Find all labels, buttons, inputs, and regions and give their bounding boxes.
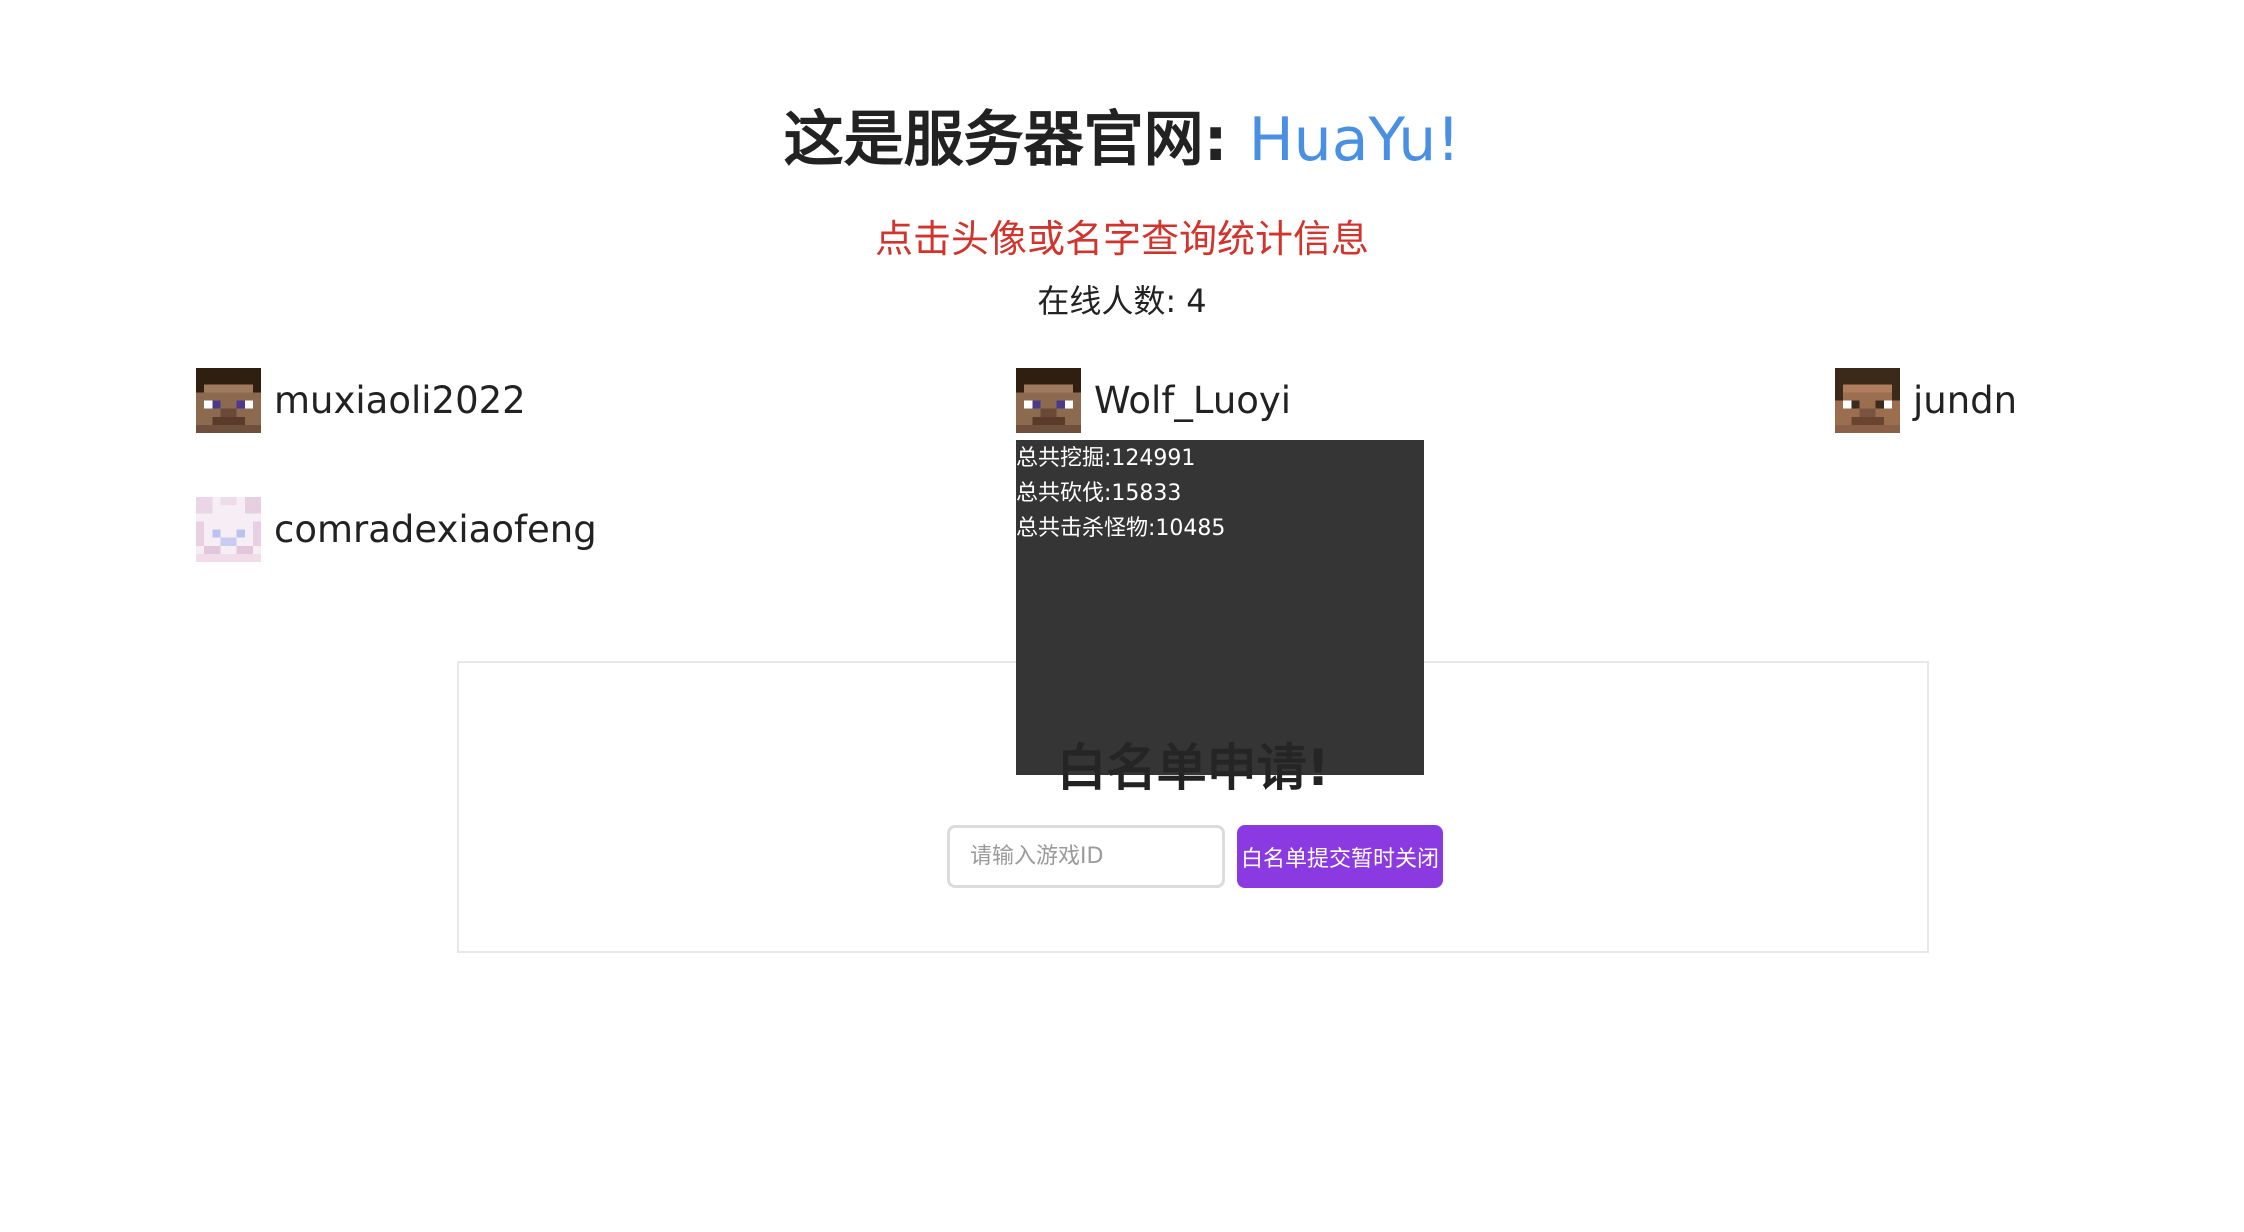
whitelist-submit-button[interactable]: 白名单提交暂时关闭 xyxy=(1237,825,1443,888)
player-name[interactable]: Wolf_Luoyi xyxy=(1094,368,1291,433)
player-item-jundn[interactable]: jundn xyxy=(1835,368,2017,433)
player-item-wolf-luoyi[interactable]: Wolf_Luoyi xyxy=(1016,368,1291,433)
player-name[interactable]: jundn xyxy=(1913,368,2017,433)
stats-hint: 点击头像或名字查询统计信息 xyxy=(874,217,1369,261)
stat-mobs-killed: 总共击杀怪物:10485 xyxy=(1016,516,1226,541)
player-name[interactable]: comradexiaofeng xyxy=(274,497,597,562)
steve-head-avatar-icon[interactable] xyxy=(1835,368,1900,433)
pink-skin-avatar-icon[interactable] xyxy=(196,497,261,562)
player-item-comradexiaofeng[interactable]: comradexiaofeng xyxy=(196,497,597,562)
page-title-prefix: 这是服务器官网: xyxy=(783,105,1249,175)
game-id-input[interactable] xyxy=(947,825,1225,888)
server-brand-name: HuaYu! xyxy=(1248,105,1461,175)
stat-mined: 总共挖掘:124991 xyxy=(1016,446,1196,471)
stat-chopped: 总共砍伐:15833 xyxy=(1016,481,1182,506)
steve-head-avatar-icon[interactable] xyxy=(1016,368,1081,433)
page: 这是服务器官网: HuaYu! 点击头像或名字查询统计信息 在线人数: 4 mu… xyxy=(0,0,2244,1232)
steve-head-avatar-icon[interactable] xyxy=(196,368,261,433)
player-item-muxiaoli2022[interactable]: muxiaoli2022 xyxy=(196,368,526,433)
player-name[interactable]: muxiaoli2022 xyxy=(274,368,526,433)
player-stats-popup: 总共挖掘:124991 总共砍伐:15833 总共击杀怪物:10485 xyxy=(1016,440,1424,775)
page-title: 这是服务器官网: HuaYu! xyxy=(0,100,2244,180)
online-count: 在线人数: 4 xyxy=(1037,282,1207,320)
